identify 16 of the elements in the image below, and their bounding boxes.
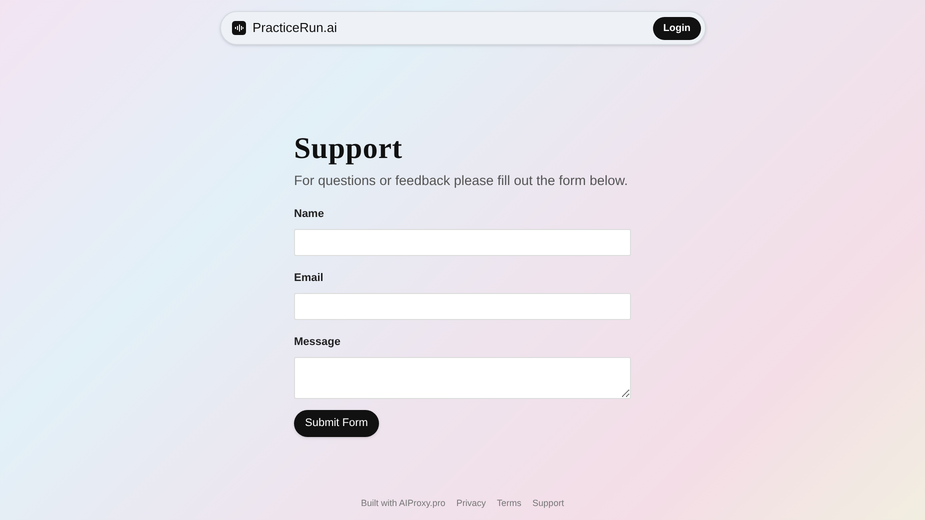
input-field[interactable] [294, 293, 631, 320]
footer-link[interactable]: Support [532, 496, 564, 510]
message-field[interactable] [294, 357, 631, 399]
login-button[interactable]: Login [653, 16, 700, 40]
field-label: Email [294, 272, 324, 284]
footer-link[interactable]: Built with AIProxy.pro [361, 496, 446, 510]
footer-link[interactable]: Terms [496, 496, 522, 510]
submit-button[interactable]: Submit Form [294, 410, 379, 437]
brand-name[interactable]: PracticeRun.ai [252, 18, 338, 38]
logo-icon [232, 21, 246, 35]
page-subtitle: For questions or feedback please fill out the form below. [294, 172, 629, 190]
page-title: Support [294, 132, 404, 166]
field-label: Message [294, 336, 342, 348]
field-label: Name [294, 208, 325, 220]
footer-link[interactable]: Privacy [456, 496, 486, 510]
input-field[interactable] [294, 229, 631, 256]
